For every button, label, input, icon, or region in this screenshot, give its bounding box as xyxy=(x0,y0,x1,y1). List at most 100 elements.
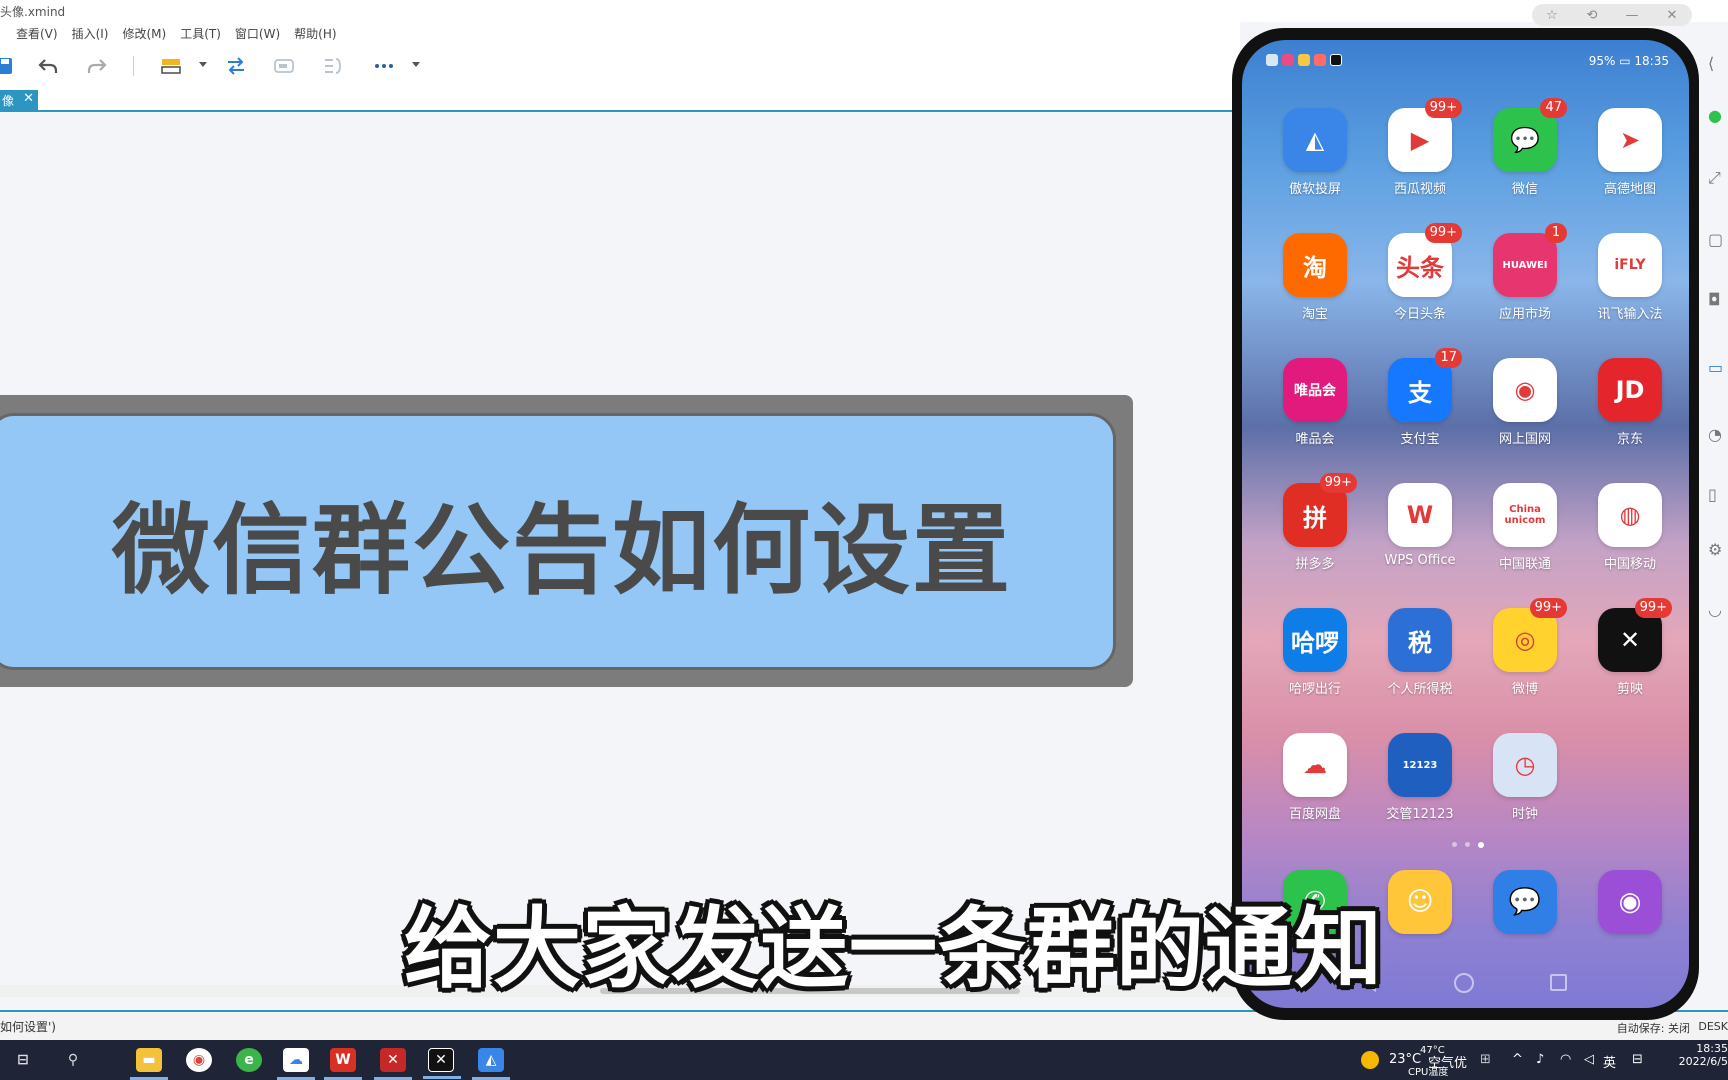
browser-icon: ◉ xyxy=(1598,870,1662,934)
redo-icon[interactable] xyxy=(83,52,111,80)
page-dot xyxy=(1452,842,1457,847)
app-xigua-video[interactable]: ▶ 99+ 西瓜视频 xyxy=(1375,98,1465,197)
microphone-icon[interactable]: ♪ xyxy=(1536,1052,1544,1067)
expand-icon[interactable]: ⤢ xyxy=(1708,168,1728,190)
restore-icon[interactable]: ⟲ xyxy=(1581,8,1603,23)
network-icon[interactable]: ◠ xyxy=(1560,1052,1571,1067)
boundary-icon[interactable] xyxy=(270,52,298,80)
browser-icon[interactable]: e xyxy=(236,1048,262,1072)
app-label: 微博 xyxy=(1511,682,1538,697)
app-label: 西瓜视频 xyxy=(1393,182,1446,197)
clock-time: 18:35 xyxy=(1696,1042,1728,1055)
topic-style-dropdown-icon[interactable] xyxy=(199,62,207,67)
app-wps-office[interactable]: W WPS Office xyxy=(1375,483,1465,568)
tab-close-icon[interactable]: ✕ xyxy=(23,91,34,106)
baidu-netdisk-icon[interactable]: ☁ xyxy=(277,1048,315,1080)
menu-modify[interactable]: 修改(M) xyxy=(122,22,166,44)
tab-document[interactable]: 像 ✕ xyxy=(0,90,38,110)
app-ifly-input[interactable]: iFLY 讯飞输入法 xyxy=(1585,233,1675,322)
home-icon[interactable] xyxy=(1454,973,1474,993)
wechat-icon: 💬 47 xyxy=(1493,98,1567,172)
app-traffic-12123[interactable]: 12123 交管12123 xyxy=(1375,733,1465,822)
relationship-icon[interactable] xyxy=(222,52,250,80)
app-appgallery[interactable]: HUAWEI 1 应用市场 xyxy=(1480,223,1570,322)
apowermirror-icon[interactable]: ◭ xyxy=(472,1048,510,1080)
clock-date: 2022/6/5 xyxy=(1678,1055,1728,1068)
phone-status-right: 95% ▭ 18:35 xyxy=(1588,54,1669,68)
close-icon[interactable]: ✕ xyxy=(1661,8,1683,23)
app-vip[interactable]: 唯品会 唯品会 xyxy=(1270,358,1360,447)
contacts-icon: ☺ xyxy=(1388,870,1452,934)
dock-browser[interactable]: ◉ xyxy=(1585,870,1675,934)
notification-badge: 99+ xyxy=(1634,598,1672,618)
app-personal-tax[interactable]: 税个人所得税 xyxy=(1375,608,1465,697)
app-alipay[interactable]: 支 17 支付宝 xyxy=(1375,348,1465,447)
volume-icon[interactable]: ◁ xyxy=(1584,1052,1594,1067)
wechat-icon[interactable]: ● xyxy=(1708,106,1728,128)
app-toutiao[interactable]: 头条 99+ 今日头条 xyxy=(1375,223,1465,322)
app-amap[interactable]: ➤ 高德地图 xyxy=(1585,108,1675,197)
menu-view[interactable]: 查看(V) xyxy=(16,22,58,44)
brush-icon[interactable]: ◔ xyxy=(1708,425,1728,447)
dock-messages[interactable]: 💬 xyxy=(1480,870,1570,934)
video-subtitle: 给大家发送一条群的通知 xyxy=(404,897,1384,1000)
screenshot-icon[interactable]: ▢ xyxy=(1708,230,1728,252)
chrome-icon[interactable]: ◉ xyxy=(186,1048,212,1072)
app-jd[interactable]: JD 京东 xyxy=(1585,358,1675,447)
save-icon[interactable] xyxy=(0,52,20,80)
undo-icon[interactable] xyxy=(34,52,62,80)
app-wechat[interactable]: 💬 47 微信 xyxy=(1480,98,1570,197)
app-hellobike[interactable]: 哈啰 哈啰出行 xyxy=(1270,608,1360,697)
phone-status-left xyxy=(1266,54,1342,66)
app-weibo[interactable]: ◎ 99+ 微博 xyxy=(1480,598,1570,697)
settings-icon[interactable]: ⚙ xyxy=(1708,540,1728,562)
input-mode-icon[interactable]: ⊟ xyxy=(1632,1052,1643,1067)
phone-screen[interactable]: 95% ▭ 18:35 ◭ 傲软投屏 ▶ 99+ 西瓜视频 💬 47 微信 ➤ 高德地图淘淘宝 头条… xyxy=(1242,40,1689,1008)
input-method[interactable]: 英 xyxy=(1603,1052,1616,1071)
wps-icon[interactable]: W xyxy=(324,1048,362,1080)
tray-expand-icon[interactable]: ^ xyxy=(1512,1052,1523,1067)
search-icon[interactable]: ⚲ xyxy=(60,1048,86,1072)
more-dropdown-icon[interactable] xyxy=(412,62,420,67)
record-icon[interactable]: ◘ xyxy=(1708,290,1728,312)
menu-window[interactable]: 窗口(W) xyxy=(235,22,280,44)
app-apowermirror[interactable]: ◭ 傲软投屏 xyxy=(1270,108,1360,197)
central-topic[interactable]: 微信群公告如何设置 xyxy=(0,413,1116,670)
share-icon[interactable]: ⟨ xyxy=(1708,54,1728,76)
note-icon[interactable]: ▯ xyxy=(1708,485,1728,507)
xmind-icon[interactable]: ✕ xyxy=(374,1048,412,1080)
menu-insert[interactable]: 插入(I) xyxy=(72,22,109,44)
weather-icon[interactable] xyxy=(1361,1051,1379,1069)
task-view-icon[interactable]: ⊟ xyxy=(10,1048,36,1072)
app-china-mobile[interactable]: ◍ 中国移动 xyxy=(1585,483,1675,572)
wps-office-icon: W xyxy=(1388,483,1452,547)
autosave-status[interactable]: 自动保存: 关闭 xyxy=(1617,1020,1690,1036)
app-capcut[interactable]: ✕ 99+ 剪映 xyxy=(1585,598,1675,697)
capcut-icon[interactable]: ✕ xyxy=(423,1048,461,1079)
app-china-unicom[interactable]: China unicom 中国联通 xyxy=(1480,483,1570,572)
title-bar: 头像.xmind xyxy=(0,0,1728,22)
hellobike-icon: 哈啰 xyxy=(1283,608,1347,672)
recents-icon[interactable] xyxy=(1550,974,1567,991)
menu-tools[interactable]: 工具(T) xyxy=(180,22,221,44)
screen-icon[interactable]: ▭ xyxy=(1708,358,1728,380)
tray-app-icon[interactable]: ⊞ xyxy=(1480,1052,1491,1067)
dock-contacts[interactable]: ☺ xyxy=(1375,870,1465,934)
page-indicator xyxy=(1452,842,1484,848)
file-explorer-icon[interactable]: ▬ xyxy=(130,1048,168,1080)
tool-icon[interactable]: ◡ xyxy=(1708,600,1728,622)
minimize-icon[interactable]: — xyxy=(1621,8,1643,23)
menu-help[interactable]: 帮助(H) xyxy=(294,22,336,44)
summary-icon[interactable] xyxy=(319,52,347,80)
app-clock[interactable]: ◷ 时钟 xyxy=(1480,733,1570,822)
window-controls: ☆ ⟲ — ✕ xyxy=(1532,4,1692,26)
app-taobao[interactable]: 淘淘宝 xyxy=(1270,233,1360,322)
app-state-grid[interactable]: ◉ 网上国网 xyxy=(1480,358,1570,447)
system-clock[interactable]: 18:35 2022/6/5 xyxy=(1676,1042,1728,1068)
app-baidu-netdisk[interactable]: ☁ 百度网盘 xyxy=(1270,733,1360,822)
topic-style-icon[interactable] xyxy=(157,52,185,80)
more-icon[interactable] xyxy=(370,52,398,80)
app-pinduoduo[interactable]: 拼 99+ 拼多多 xyxy=(1270,473,1360,572)
pin-icon[interactable]: ☆ xyxy=(1541,8,1563,23)
app-label: 拼多多 xyxy=(1295,557,1335,572)
